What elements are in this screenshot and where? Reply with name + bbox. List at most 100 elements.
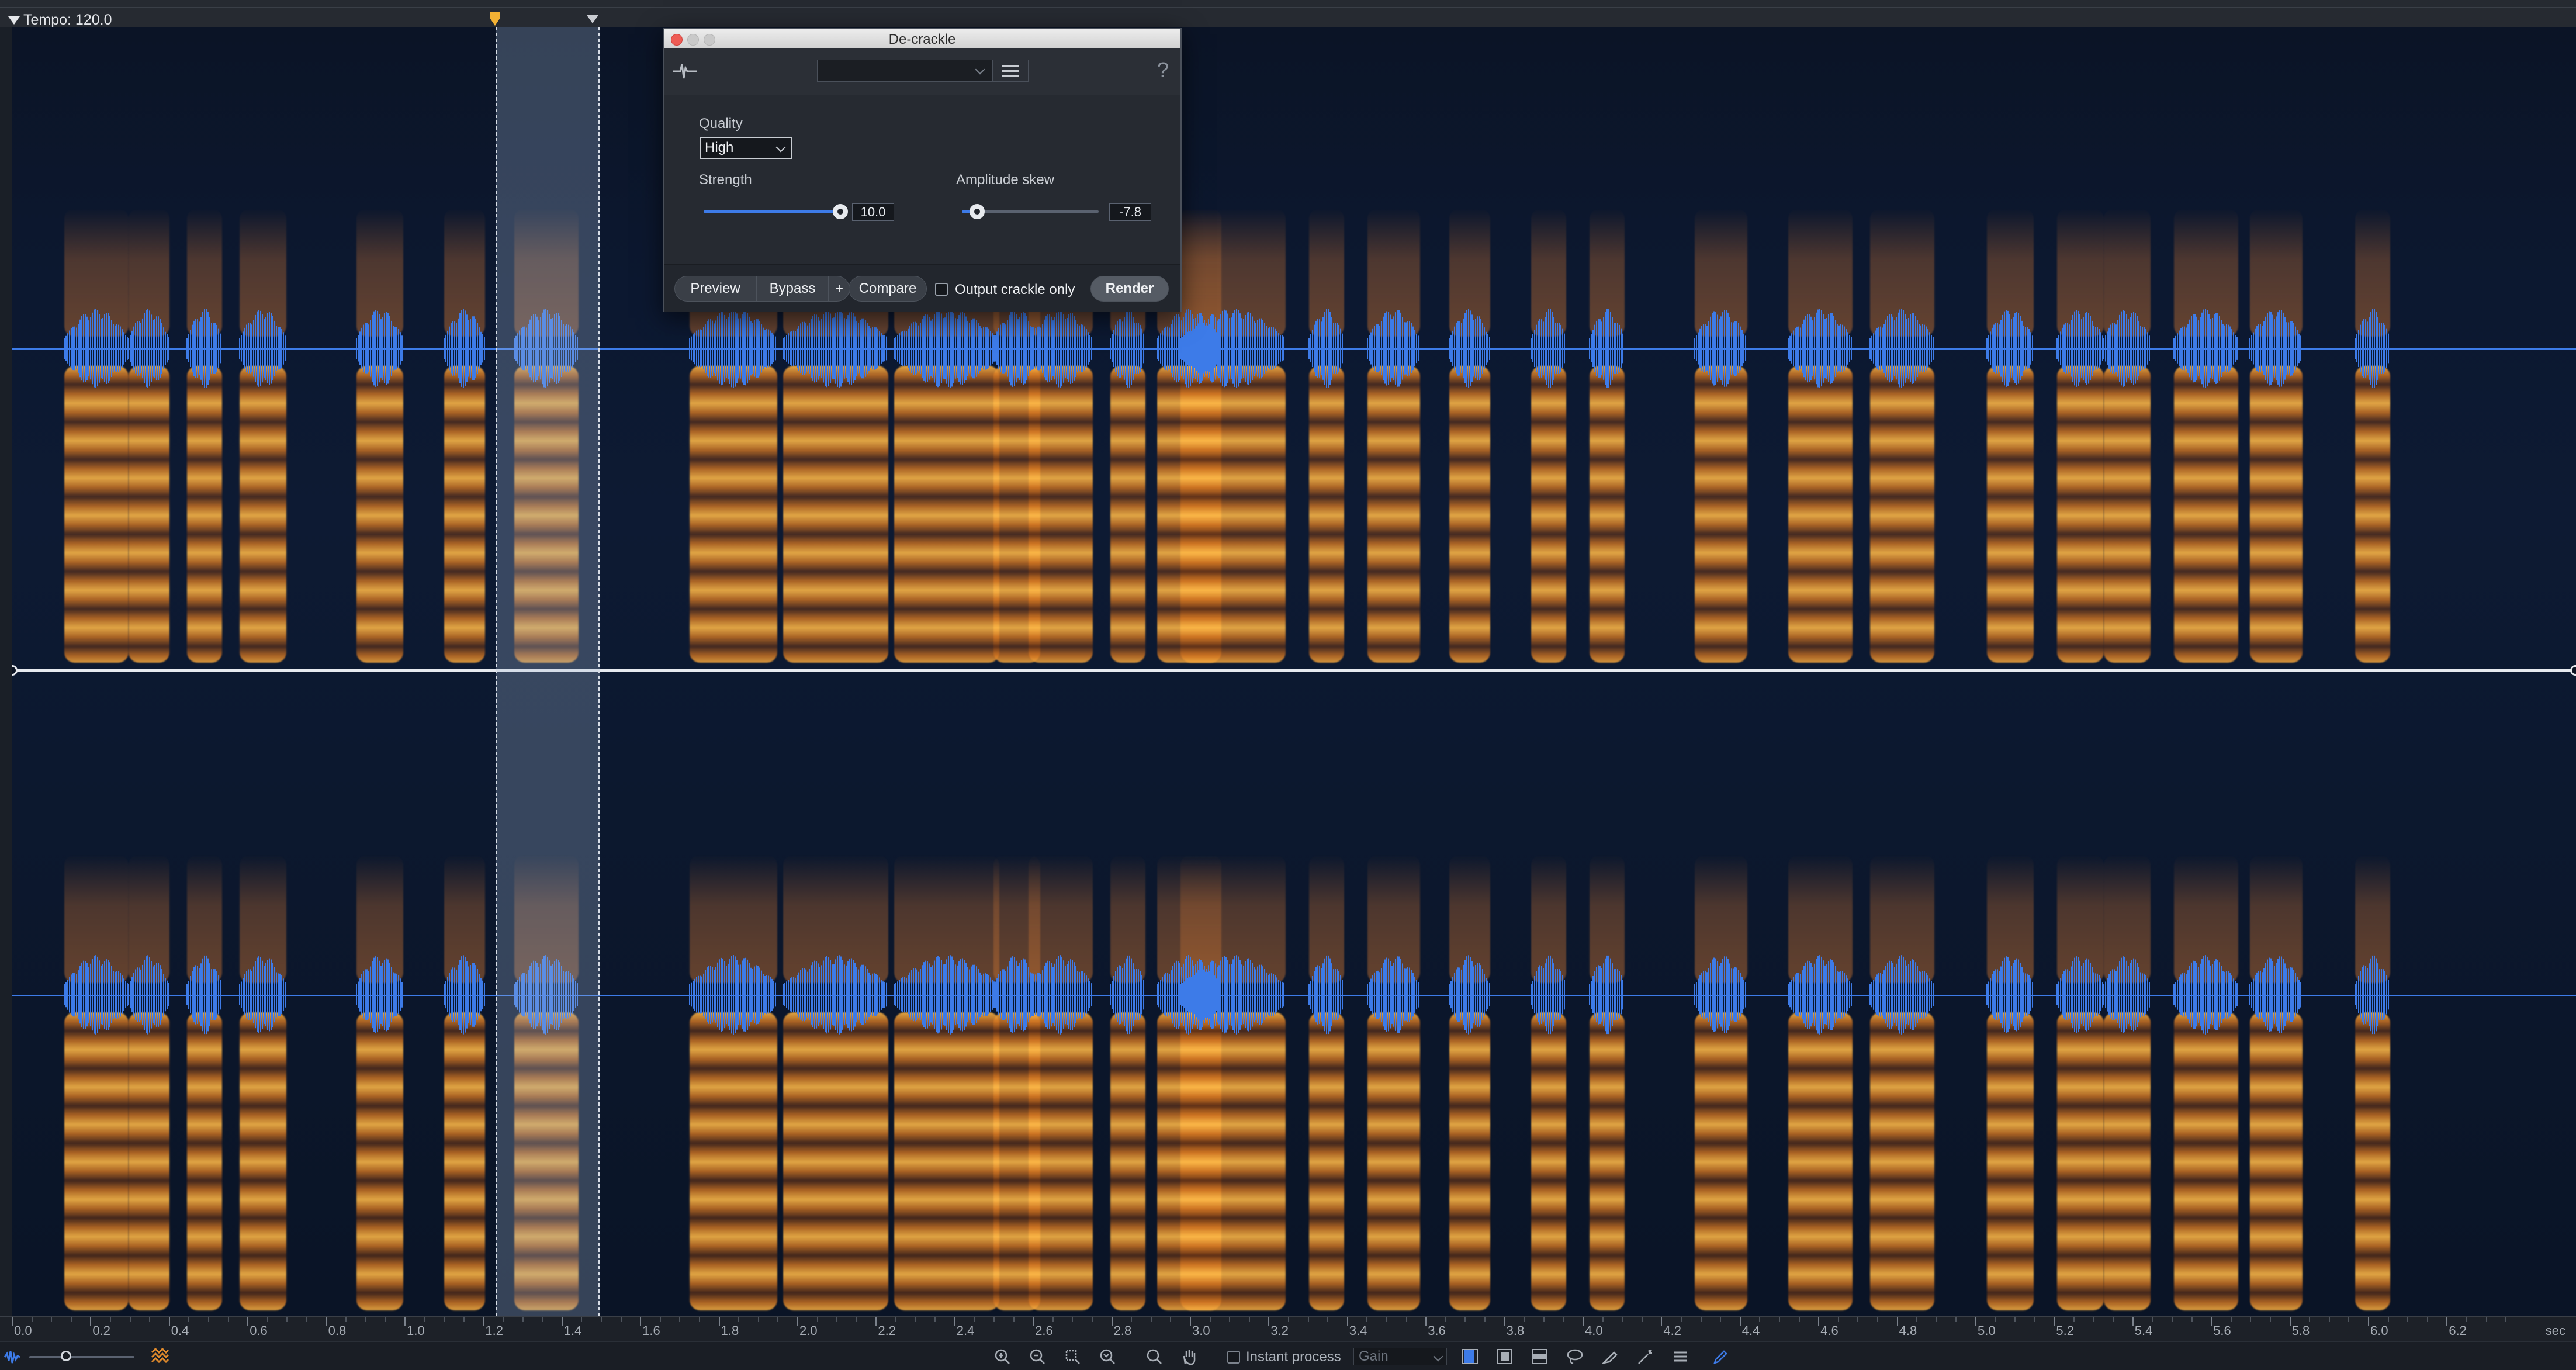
ruler-major-tick xyxy=(1661,1317,1663,1326)
ruler-minor-tick xyxy=(1622,1317,1623,1322)
strength-value[interactable]: 10.0 xyxy=(852,203,894,221)
spectrogram-harmonics xyxy=(2104,1012,2151,1310)
spectrogram-view[interactable] xyxy=(12,27,2576,1316)
strength-slider-fill xyxy=(704,210,840,213)
ruler-major-tick xyxy=(2211,1317,2213,1326)
ruler-major-tick xyxy=(1504,1317,1505,1326)
time-frequency-selection-icon[interactable] xyxy=(1496,1348,1514,1365)
spectrogram-harmonics xyxy=(1987,1012,2034,1310)
spectrogram-harmonics xyxy=(1449,366,1490,663)
zoom-selection-icon[interactable] xyxy=(1064,1348,1081,1365)
ruler-minor-tick xyxy=(2172,1317,2173,1322)
ruler-major-tick xyxy=(875,1317,877,1326)
time-selection-icon[interactable] xyxy=(1461,1348,1479,1365)
instant-process-toggle[interactable]: Instant process xyxy=(1227,1349,1341,1365)
ruler-minor-tick xyxy=(424,1317,425,1322)
gain-select-value: Gain xyxy=(1359,1348,1389,1364)
compare-button[interactable]: Compare xyxy=(849,276,927,302)
collapse-triangle-icon[interactable] xyxy=(8,16,20,25)
ruler-minor-tick xyxy=(856,1317,857,1322)
instant-process-mode-select[interactable]: Gain xyxy=(1353,1348,1447,1365)
ruler-minor-tick xyxy=(385,1317,386,1322)
channel-right[interactable] xyxy=(12,674,2576,1316)
ruler-tick-label: 4.6 xyxy=(1820,1323,1838,1338)
channel-left[interactable] xyxy=(12,27,2576,669)
ruler-minor-tick xyxy=(444,1317,445,1322)
zoom-in-icon[interactable] xyxy=(993,1348,1011,1365)
add-compare-button[interactable]: + xyxy=(829,276,850,302)
magic-wand-icon[interactable] xyxy=(1636,1348,1654,1365)
preset-menu-button[interactable] xyxy=(992,60,1029,82)
ruler-minor-tick xyxy=(70,1317,72,1322)
ruler-minor-tick xyxy=(51,1317,53,1322)
ruler-minor-tick xyxy=(1229,1317,1231,1322)
pencil-icon[interactable] xyxy=(1712,1348,1730,1365)
bypass-button[interactable]: Bypass xyxy=(756,276,829,302)
ruler-major-tick xyxy=(326,1317,327,1326)
ruler-tick-label: 3.0 xyxy=(1192,1323,1210,1338)
frequency-selection-icon[interactable] xyxy=(1531,1348,1549,1365)
ruler-tick-label: 0.6 xyxy=(250,1323,268,1338)
ruler-minor-tick xyxy=(1092,1317,1093,1322)
strength-slider-knob[interactable] xyxy=(833,204,848,219)
ruler-major-tick xyxy=(1268,1317,1270,1326)
harmonic-selection-icon[interactable] xyxy=(1671,1348,1689,1365)
ruler-minor-tick xyxy=(2250,1317,2252,1322)
tempo-control[interactable]: Tempo: 120.0 xyxy=(8,12,112,29)
ruler-tick-label: 0.2 xyxy=(92,1323,110,1338)
ruler-minor-tick xyxy=(227,1317,229,1322)
ruler-tick-label: 0.0 xyxy=(14,1323,32,1338)
ruler-minor-tick xyxy=(601,1317,602,1322)
ruler-minor-tick xyxy=(1916,1317,1918,1322)
preset-select[interactable] xyxy=(817,60,992,82)
view-blend-slider-knob[interactable] xyxy=(61,1351,71,1361)
spectrogram-harmonics xyxy=(129,1012,169,1310)
ruler-major-tick xyxy=(1033,1317,1034,1326)
preview-button[interactable]: Preview xyxy=(674,276,756,302)
spectrogram-harmonics xyxy=(1110,1012,1145,1310)
view-blend-slider[interactable] xyxy=(29,1356,134,1358)
spectrogram-harmonics xyxy=(1029,366,1093,663)
spectrogram-harmonics xyxy=(2104,366,2151,663)
ruler-minor-tick xyxy=(1405,1317,1407,1322)
spectrogram-view-icon[interactable] xyxy=(151,1348,169,1365)
ruler-minor-tick xyxy=(208,1317,209,1322)
lasso-icon[interactable] xyxy=(1566,1348,1584,1365)
ruler-major-tick xyxy=(640,1317,642,1326)
ruler-minor-tick xyxy=(1955,1317,1957,1322)
waveform-view-icon[interactable] xyxy=(4,1349,21,1365)
output-crackle-only-checkbox[interactable] xyxy=(935,283,948,296)
ruler-minor-tick xyxy=(2505,1317,2507,1322)
channel-divider[interactable] xyxy=(12,665,2576,676)
ruler-minor-tick xyxy=(1837,1317,1839,1322)
spectrogram-harmonics xyxy=(1870,1012,1934,1310)
ruler-minor-tick xyxy=(266,1317,268,1322)
selection-end-marker-icon[interactable] xyxy=(587,15,598,23)
playhead-marker-icon[interactable] xyxy=(489,11,501,27)
hand-icon[interactable] xyxy=(1180,1348,1198,1365)
render-button[interactable]: Render xyxy=(1090,276,1169,302)
ruler-minor-tick xyxy=(620,1317,622,1322)
spectrogram-harmonics xyxy=(129,366,169,663)
ruler-major-tick xyxy=(1739,1317,1741,1326)
ruler-minor-tick xyxy=(1602,1317,1604,1322)
spectrogram-harmonics xyxy=(783,1012,888,1310)
ruler-major-tick xyxy=(168,1317,170,1326)
spectrogram-harmonics xyxy=(187,1012,222,1310)
help-button[interactable]: ? xyxy=(1152,58,1173,82)
amplitude-skew-value[interactable]: -7.8 xyxy=(1109,203,1151,221)
ruler-minor-tick xyxy=(286,1317,288,1322)
time-ruler[interactable]: sec 0.0 0.2 0.4 0.6 0.8 1.0 1.2 1.4 1.6 1.8 2.0 2.2… xyxy=(0,1316,2576,1342)
quality-select[interactable]: High xyxy=(700,137,792,159)
time-selection[interactable] xyxy=(496,27,600,1316)
zoom-out-icon[interactable] xyxy=(1029,1348,1046,1365)
ruler-minor-tick xyxy=(993,1317,995,1322)
brush-icon[interactable] xyxy=(1601,1348,1619,1365)
ruler-minor-tick xyxy=(129,1317,131,1322)
magnifier-icon[interactable] xyxy=(1145,1348,1163,1365)
amplitude-skew-slider-knob[interactable] xyxy=(969,204,985,219)
spectrogram-harmonics xyxy=(894,1012,999,1310)
dialog-titlebar[interactable]: De-crackle xyxy=(664,29,1180,49)
instant-process-checkbox[interactable] xyxy=(1227,1351,1240,1364)
zoom-fit-icon[interactable] xyxy=(1099,1348,1116,1365)
